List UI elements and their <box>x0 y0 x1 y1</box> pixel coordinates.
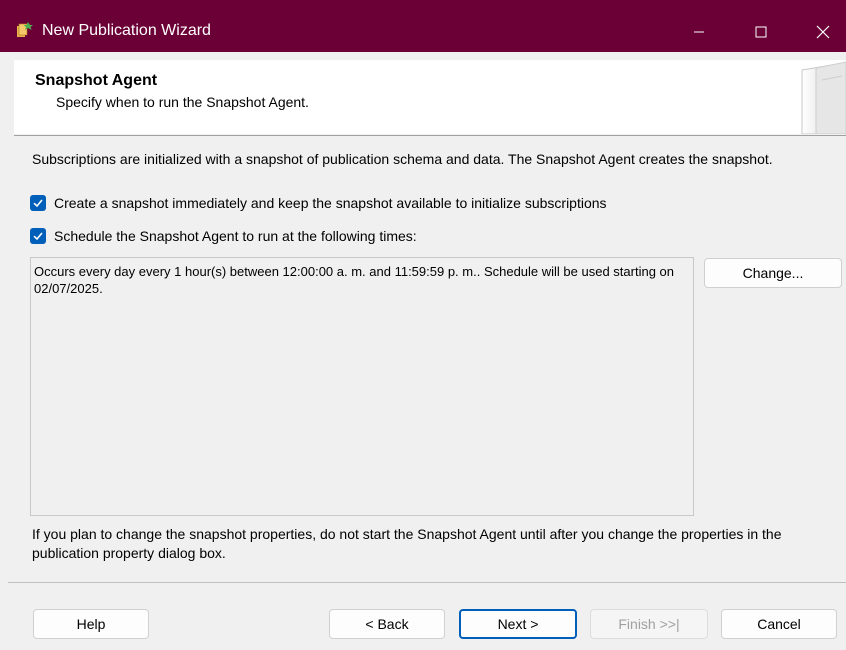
help-button[interactable]: Help <box>33 609 149 639</box>
minimize-icon <box>694 31 704 33</box>
wizard-window: New Publication Wizard Snapshot Agent Sp… <box>0 0 846 650</box>
wizard-header: Snapshot Agent Specify when to run the S… <box>14 60 846 134</box>
window-title: New Publication Wizard <box>42 22 211 39</box>
note-text: If you plan to change the snapshot prope… <box>32 526 782 561</box>
create-snapshot-option[interactable]: Create a snapshot immediately and keep t… <box>30 193 607 213</box>
close-icon <box>816 25 830 39</box>
schedule-description: Occurs every day every 1 hour(s) between… <box>30 257 694 516</box>
create-snapshot-label: Create a snapshot immediately and keep t… <box>54 195 607 211</box>
page-title: Snapshot Agent <box>35 72 158 89</box>
cancel-button[interactable]: Cancel <box>721 609 837 639</box>
page-subtitle: Specify when to run the Snapshot Agent. <box>56 94 309 110</box>
header-graphic-icon <box>801 61 846 134</box>
close-button[interactable] <box>800 12 846 52</box>
intro-text: Subscriptions are initialized with a sna… <box>32 151 773 167</box>
header-divider <box>14 135 846 136</box>
publication-wizard-icon <box>17 22 33 37</box>
maximize-button[interactable] <box>738 12 784 52</box>
schedule-agent-checkbox[interactable] <box>30 228 46 244</box>
finish-button[interactable]: Finish >>| <box>590 609 708 639</box>
change-schedule-button[interactable]: Change... <box>704 258 842 288</box>
footer-divider <box>8 582 846 583</box>
checkmark-icon <box>33 232 43 241</box>
next-button[interactable]: Next > <box>459 609 577 639</box>
checkmark-icon <box>33 199 43 208</box>
title-bar[interactable]: New Publication Wizard <box>0 0 846 52</box>
schedule-agent-option[interactable]: Schedule the Snapshot Agent to run at th… <box>30 226 417 246</box>
minimize-button[interactable] <box>676 12 722 52</box>
create-snapshot-checkbox[interactable] <box>30 195 46 211</box>
maximize-icon <box>755 26 767 38</box>
back-button[interactable]: < Back <box>329 609 445 639</box>
schedule-agent-label: Schedule the Snapshot Agent to run at th… <box>54 228 417 244</box>
